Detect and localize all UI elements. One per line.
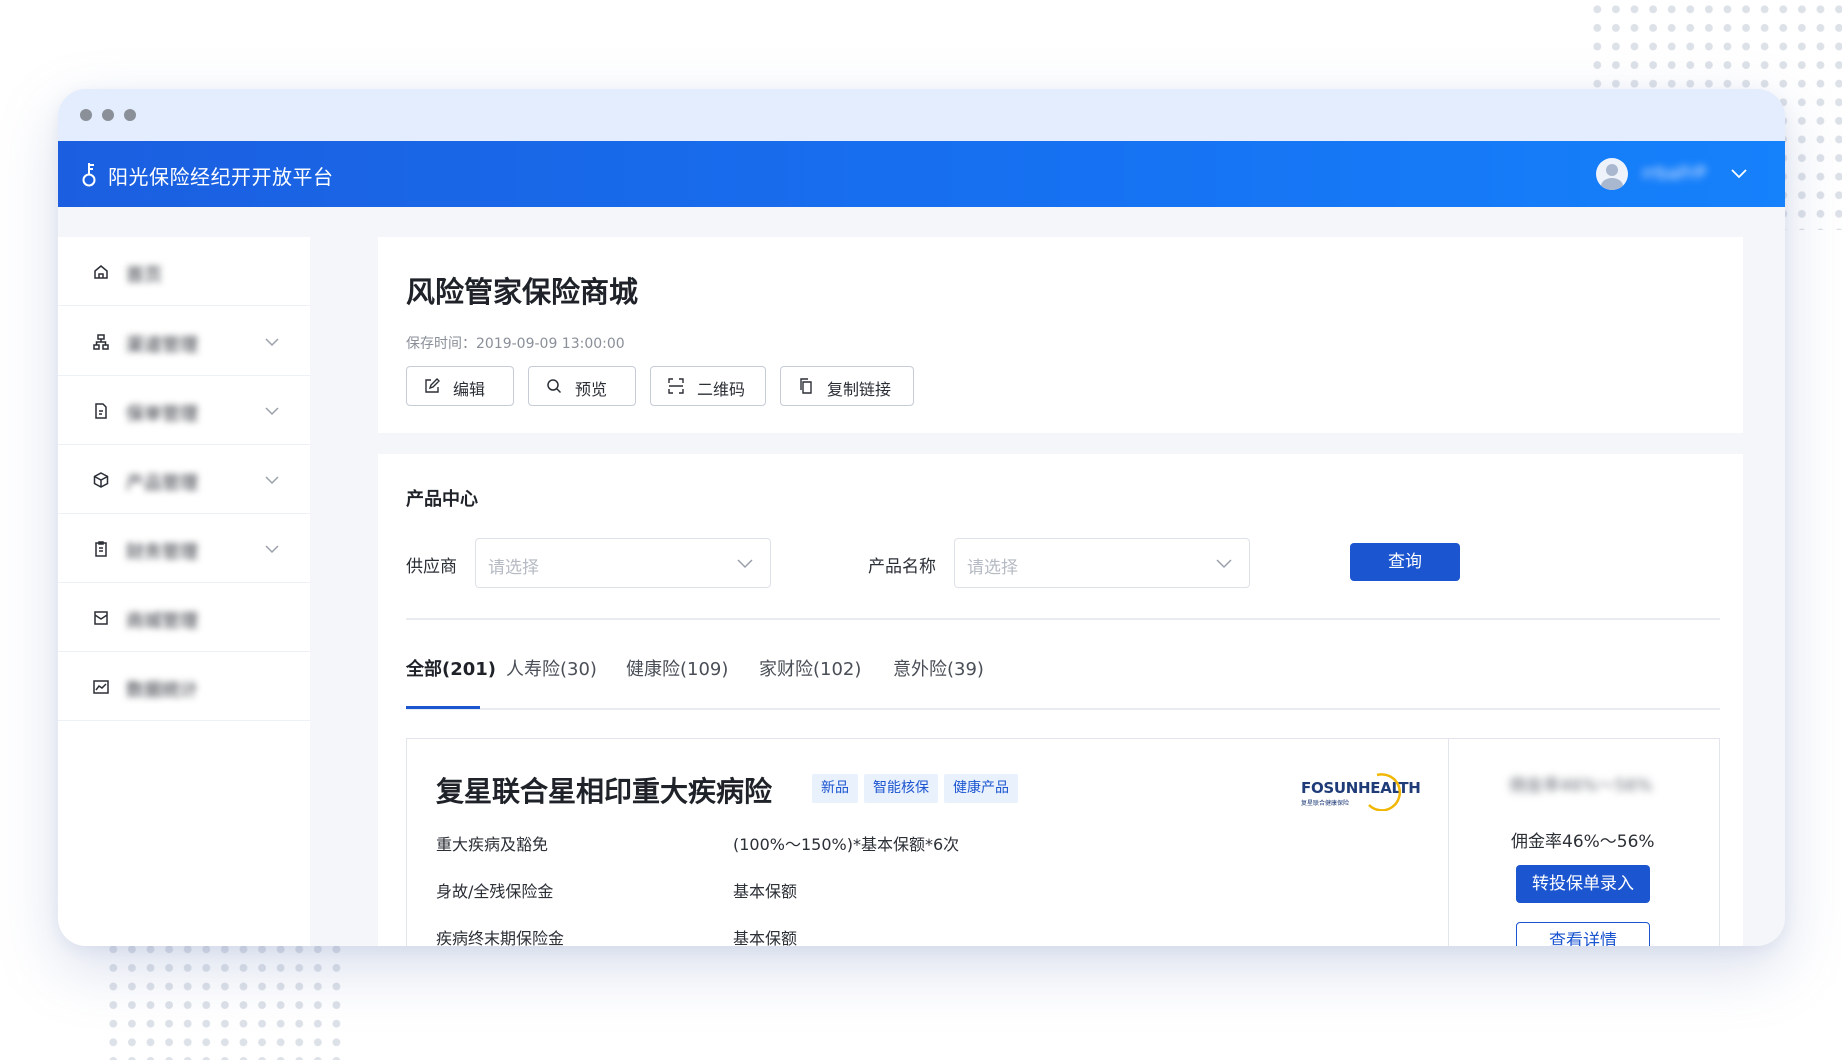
chevron-down-icon [265, 545, 279, 554]
clipboard-icon [95, 541, 107, 557]
chevron-down-icon [737, 559, 753, 569]
product-actions: 佣金率46%～56% 佣金率46%～56% 转投保单录入 查看详情 [1449, 739, 1719, 946]
window-titlebar [58, 89, 1785, 141]
product-tag: 健康产品 [944, 774, 1018, 803]
home-icon [94, 265, 108, 279]
supplier-select[interactable]: 请选择 [475, 538, 771, 588]
query-button[interactable]: 查询 [1350, 543, 1460, 581]
sidebar-item-label: 财务管理 [126, 542, 198, 563]
feature-name: 疾病终末期保险金 [436, 929, 565, 946]
chevron-down-icon [1216, 559, 1232, 569]
edit-icon [425, 378, 440, 393]
product-name-select[interactable]: 请选择 [954, 538, 1250, 588]
divider [406, 618, 1720, 620]
chevron-down-icon [265, 476, 279, 485]
save-time: 保存时间：2019-09-09 13:00:00 [406, 336, 625, 352]
commission-rate: 佣金率46%～56% [1511, 832, 1655, 852]
feature-value: 基本保额 [733, 882, 798, 901]
product-card: 复星联合星相印重大疾病险 新品 智能核保 健康产品 FOSUNHEALTH 复星… [406, 738, 1720, 946]
policy-entry-button[interactable]: 转投保单录入 [1516, 865, 1650, 903]
edit-button-label: 编辑 [453, 380, 486, 399]
browser-window: 阳光保险经纪开开放平台 rrbaFrP 首页 渠道管理 保单管理 产品管理 财务… [58, 89, 1785, 946]
sidebar-item-label: 产品管理 [126, 473, 198, 494]
sidebar-item-label: 数据统计 [126, 680, 198, 701]
sidebar-item-label: 商城管理 [126, 611, 198, 632]
feature-value: (100%～150%)*基本保额*6次 [733, 835, 960, 854]
window-dot-close[interactable] [80, 109, 92, 121]
sidebar-item-stats[interactable]: 数据统计 [58, 652, 310, 721]
view-details-button[interactable]: 查看详情 [1516, 922, 1650, 946]
commission-rate-blurred: 佣金率46%～56% [1509, 776, 1653, 796]
mail-icon [94, 611, 108, 625]
sidebar-nav: 首页 渠道管理 保单管理 产品管理 财务管理 商城管理 数据统计 [58, 237, 310, 946]
sidebar-item-products[interactable]: 产品管理 [58, 445, 310, 514]
app-title: 阳光保险经纪开开放平台 [108, 165, 334, 189]
sidebar-item-policies[interactable]: 保单管理 [58, 376, 310, 445]
window-dot-maximize[interactable] [124, 109, 136, 121]
product-info: 复星联合星相印重大疾病险 新品 智能核保 健康产品 FOSUNHEALTH 复星… [407, 739, 1449, 946]
mall-header-card: 风险管家保险商城 保存时间：2019-09-09 13:00:00 编辑 预览 … [378, 237, 1743, 433]
sidebar-item-label: 保单管理 [126, 404, 198, 425]
search-icon [547, 379, 562, 394]
tab-life[interactable]: 人寿险(30) [506, 655, 597, 681]
tab-all[interactable]: 全部(201) [406, 655, 496, 681]
product-tag: 智能核保 [864, 774, 938, 803]
user-name[interactable]: rrbaFrP [1642, 163, 1706, 184]
product-center-card: 产品中心 供应商 请选择 产品名称 请选择 查询 全部(201) 人寿险(30)… [378, 454, 1743, 946]
brand-logo: FOSUNHEALTH 复星联合健康保险 [1301, 771, 1421, 811]
app-header: 阳光保险经纪开开放平台 rrbaFrP [58, 141, 1785, 207]
feature-name: 重大疾病及豁免 [436, 835, 549, 854]
tab-property[interactable]: 家财险(102) [759, 655, 861, 681]
brand-arc-icon [1368, 773, 1402, 811]
feature-name: 身故/全残保险金 [436, 882, 554, 901]
sidebar-item-finance[interactable]: 财务管理 [58, 514, 310, 583]
document-icon [95, 403, 107, 419]
org-chart-icon [93, 334, 109, 350]
sidebar-item-home[interactable]: 首页 [58, 237, 310, 306]
copy-link-button-label: 复制链接 [827, 380, 892, 399]
tabs-baseline [406, 708, 1720, 710]
page-title: 风险管家保险商城 [406, 275, 639, 309]
edit-button[interactable]: 编辑 [406, 366, 514, 406]
sidebar-item-mall[interactable]: 商城管理 [58, 583, 310, 652]
key-logo-icon [82, 163, 96, 187]
section-title: 产品中心 [406, 489, 478, 510]
scan-icon [668, 378, 684, 394]
preview-button-label: 预览 [575, 380, 608, 399]
brand-logo-subtext: 复星联合健康保险 [1301, 800, 1350, 807]
copy-link-button[interactable]: 复制链接 [780, 366, 914, 406]
sidebar-item-label: 渠道管理 [126, 335, 198, 356]
product-name[interactable]: 复星联合星相印重大疾病险 [436, 770, 772, 810]
active-tab-indicator [406, 706, 480, 709]
chevron-down-icon [265, 407, 279, 416]
supplier-label: 供应商 [406, 557, 457, 577]
chevron-down-icon[interactable] [1730, 166, 1748, 180]
tab-health[interactable]: 健康险(109) [626, 655, 728, 681]
preview-button[interactable]: 预览 [528, 366, 636, 406]
sidebar-item-channels[interactable]: 渠道管理 [58, 307, 310, 376]
decorative-dots-bottom-left [104, 940, 344, 1060]
copy-icon [800, 378, 812, 394]
sidebar-item-label: 首页 [126, 265, 162, 286]
supplier-placeholder: 请选择 [488, 558, 539, 578]
window-dot-minimize[interactable] [102, 109, 114, 121]
product-tag: 新品 [812, 774, 858, 803]
user-avatar[interactable] [1596, 158, 1628, 190]
feature-value: 基本保额 [733, 929, 798, 946]
product-name-placeholder: 请选择 [967, 558, 1018, 578]
qrcode-button[interactable]: 二维码 [650, 366, 766, 406]
box-icon [93, 472, 109, 488]
tab-accident[interactable]: 意外险(39) [893, 655, 984, 681]
qrcode-button-label: 二维码 [697, 380, 746, 399]
product-name-label: 产品名称 [868, 557, 936, 577]
chart-icon [93, 680, 109, 694]
chevron-down-icon [265, 338, 279, 347]
